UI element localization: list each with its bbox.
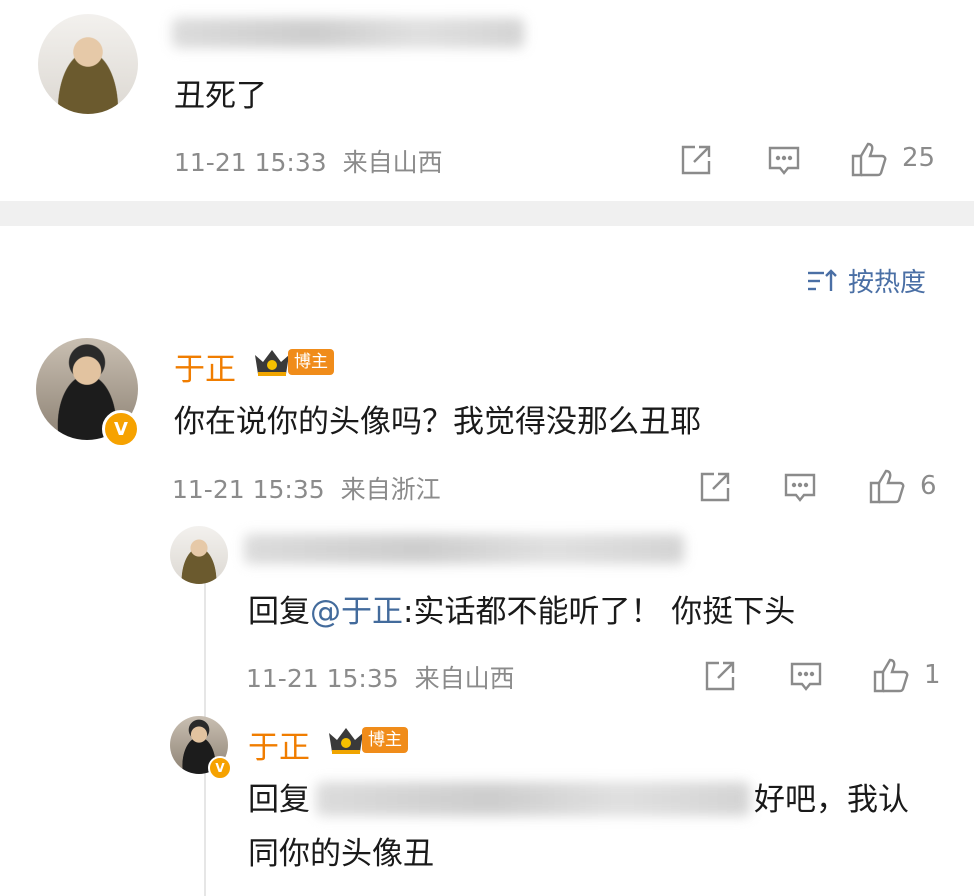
comment-location: 来自浙江 [340,475,441,504]
reply-item: 回复@于正:实话都不能听了！ 你挺下头 11-21 15:35 来自山西 1 [160,520,974,700]
comment-item: 丑死了 11-21 15:33 来自山西 25 [0,0,974,201]
reply-body-line2: 同你的头像丑 [248,836,434,872]
comment-icon[interactable] [766,142,802,178]
reply-prefix: 回复 [248,594,310,630]
crown-icon [326,725,366,755]
section-divider [0,201,974,226]
comment-icon[interactable] [788,658,824,694]
comment-text: 丑死了 [174,78,267,114]
blogger-badge: 博主 [326,725,408,755]
comment-icon[interactable] [782,469,818,505]
avatar[interactable] [38,14,138,114]
crown-icon [252,347,292,377]
share-icon[interactable] [697,469,733,505]
reply-prefix: 回复 [248,782,310,818]
verified-v-icon: V [208,756,232,780]
like-count: 1 [924,660,941,690]
comment-time: 11-21 15:35 [172,475,325,504]
reply-meta: 11-21 15:35 来自山西 [246,659,515,695]
comment-time: 11-21 15:33 [174,148,327,177]
sort-by-hot-button[interactable]: 按热度 [806,262,926,299]
reply-location: 来自山西 [414,664,515,693]
username[interactable]: 于正 [248,722,310,767]
mention-link[interactable]: @于正 [310,594,403,630]
badge-label: 博主 [288,349,334,375]
comment-meta: 11-21 15:33 来自山西 [174,143,443,179]
reply-body: :实话都不能听了！ 你挺下头 [403,594,796,630]
thumbs-up-icon[interactable] [872,656,912,694]
reply-item: V 于正 博主 回复 好吧，我认 同你的头像丑 [160,710,974,896]
thumbs-up-icon[interactable] [868,467,908,505]
blurred-username[interactable] [172,18,524,48]
comment-text: 你在说你的头像吗？我觉得没那么丑耶 [174,404,701,440]
blogger-badge: 博主 [252,347,334,377]
reply-body-line1: 好吧，我认 [754,782,909,818]
comment-meta: 11-21 15:35 来自浙江 [172,470,441,506]
comment-location: 来自山西 [342,148,443,177]
badge-label: 博主 [362,727,408,753]
blurred-mention[interactable] [316,782,750,816]
thumbs-up-icon[interactable] [850,140,890,178]
avatar[interactable] [170,526,228,584]
sort-label: 按热度 [848,268,927,298]
reply-text: 回复@于正:实话都不能听了！ 你挺下头 [248,590,795,634]
share-icon[interactable] [678,142,714,178]
reply-time: 11-21 15:35 [246,664,399,693]
like-count: 6 [920,471,937,501]
blurred-username[interactable] [244,534,684,564]
verified-v-icon: V [102,410,140,448]
sort-icon [806,267,838,295]
comment-item: V 于正 博主 你在说你的头像吗？我觉得没那么丑耶 11-21 15:35 来自… [0,330,974,520]
like-count: 25 [902,143,936,173]
share-icon[interactable] [702,658,738,694]
username[interactable]: 于正 [174,344,236,389]
